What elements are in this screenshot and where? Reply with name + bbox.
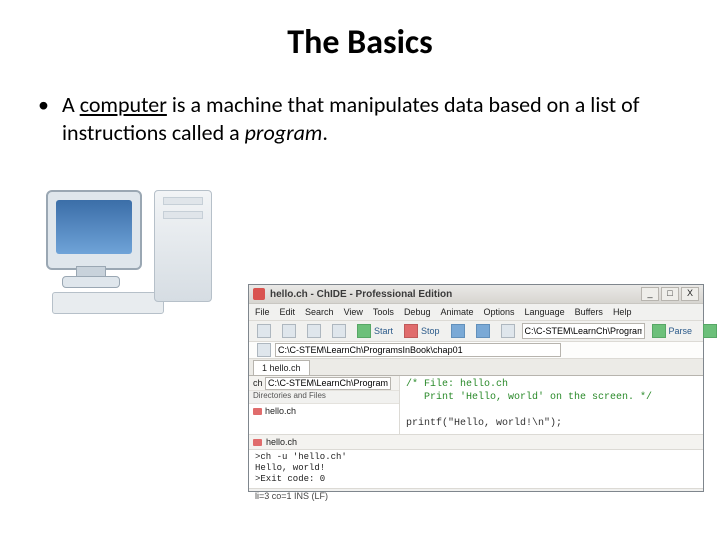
ide-tabrow: 1 hello.ch bbox=[249, 359, 703, 376]
menu-edit[interactable]: Edit bbox=[280, 307, 296, 317]
code-comment: /* File: hello.ch Print 'Hello, world' o… bbox=[406, 379, 652, 403]
toolbar-path-field[interactable] bbox=[522, 323, 645, 339]
monitor-base-icon bbox=[62, 276, 120, 288]
play-icon bbox=[357, 324, 371, 338]
start-label: Start bbox=[374, 326, 393, 336]
bullet-text-post: . bbox=[322, 119, 328, 146]
menu-debug[interactable]: Debug bbox=[404, 307, 431, 317]
run-button[interactable]: Run bbox=[699, 323, 720, 339]
menu-file[interactable]: File bbox=[255, 307, 270, 317]
ide-toolbar: Start Stop Parse Run Stop bbox=[249, 321, 703, 342]
open-file-icon bbox=[282, 324, 296, 338]
toolbar-btn[interactable] bbox=[303, 323, 325, 339]
tower-icon bbox=[154, 190, 212, 302]
status-bar: li=3 co=1 INS (LF) bbox=[249, 489, 703, 503]
parse-button[interactable]: Parse bbox=[648, 323, 697, 339]
app-icon bbox=[253, 288, 265, 300]
bullet-list: A computer is a machine that manipulates… bbox=[38, 91, 692, 146]
pathbar-field[interactable] bbox=[275, 343, 561, 357]
ide-window-title: hello.ch - ChIDE - Professional Edition bbox=[270, 289, 452, 300]
slide-title: The Basics bbox=[28, 22, 692, 63]
menu-help[interactable]: Help bbox=[613, 307, 632, 317]
toolbar-btn[interactable] bbox=[253, 323, 275, 339]
check-icon bbox=[652, 324, 666, 338]
step-icon bbox=[476, 324, 490, 338]
bullet-item: A computer is a machine that manipulates… bbox=[38, 91, 692, 146]
up-arrow-icon bbox=[257, 343, 271, 357]
monitor-icon bbox=[46, 190, 142, 270]
file-browser-pane: ch Directories and Files hello.ch bbox=[249, 376, 400, 434]
maximize-button[interactable]: □ bbox=[661, 287, 679, 301]
tool-icon bbox=[501, 324, 515, 338]
ide-pathbar bbox=[249, 342, 703, 359]
print-icon bbox=[332, 324, 346, 338]
step-icon bbox=[451, 324, 465, 338]
menu-options[interactable]: Options bbox=[484, 307, 515, 317]
keyboard-icon bbox=[52, 292, 164, 314]
toolbar-btn[interactable] bbox=[447, 323, 469, 339]
ide-titlebar[interactable]: hello.ch - ChIDE - Professional Edition … bbox=[249, 285, 703, 304]
file-browser-section-label: Directories and Files bbox=[249, 391, 399, 404]
menu-tools[interactable]: Tools bbox=[373, 307, 394, 317]
slide: The Basics A computer is a machine that … bbox=[0, 0, 720, 540]
ide-split: ch Directories and Files hello.ch /* Fil… bbox=[249, 376, 703, 435]
file-browser-header: ch bbox=[249, 376, 399, 391]
minimize-button[interactable]: _ bbox=[641, 287, 659, 301]
computer-illustration bbox=[40, 184, 220, 314]
run-icon bbox=[703, 324, 717, 338]
open-file-strip: hello.ch bbox=[249, 435, 703, 450]
toolbar-btn[interactable] bbox=[497, 323, 519, 339]
ide-window: hello.ch - ChIDE - Professional Edition … bbox=[248, 284, 704, 492]
menu-view[interactable]: View bbox=[344, 307, 363, 317]
stop-button[interactable]: Stop bbox=[400, 323, 444, 339]
new-file-icon bbox=[257, 324, 271, 338]
file-icon bbox=[253, 439, 262, 446]
stop-icon bbox=[404, 324, 418, 338]
bullet-text-pre: A bbox=[62, 91, 80, 118]
toolbar-btn[interactable] bbox=[328, 323, 350, 339]
output-pane[interactable]: >ch -u 'hello.ch' Hello, world! >Exit co… bbox=[249, 450, 703, 489]
menu-search[interactable]: Search bbox=[305, 307, 334, 317]
file-browser-path-field[interactable] bbox=[265, 377, 391, 390]
menu-animate[interactable]: Animate bbox=[440, 307, 473, 317]
drive-slot-icon bbox=[163, 211, 203, 219]
up-dir-button[interactable] bbox=[253, 342, 275, 358]
save-icon bbox=[307, 324, 321, 338]
close-button[interactable]: X bbox=[681, 287, 699, 301]
file-list-item[interactable]: hello.ch bbox=[253, 406, 395, 416]
stop-label: Stop bbox=[421, 326, 440, 336]
editor-tab[interactable]: 1 hello.ch bbox=[253, 360, 310, 375]
file-icon bbox=[253, 408, 262, 415]
code-statement: printf("Hello, world!\n"); bbox=[406, 418, 562, 429]
toolbar-btn[interactable] bbox=[472, 323, 494, 339]
file-name: hello.ch bbox=[265, 406, 296, 416]
toolbar-btn[interactable] bbox=[278, 323, 300, 339]
menu-buffers[interactable]: Buffers bbox=[575, 307, 603, 317]
term-program: program bbox=[245, 119, 323, 146]
start-button[interactable]: Start bbox=[353, 323, 397, 339]
open-file-name[interactable]: hello.ch bbox=[266, 437, 297, 447]
menu-language[interactable]: Language bbox=[525, 307, 565, 317]
term-computer: computer bbox=[80, 91, 167, 118]
ide-menubar: File Edit Search View Tools Debug Animat… bbox=[249, 304, 703, 321]
drive-slot-icon bbox=[163, 197, 203, 205]
code-editor[interactable]: /* File: hello.ch Print 'Hello, world' o… bbox=[400, 376, 703, 434]
parse-label: Parse bbox=[669, 326, 693, 336]
file-list: hello.ch bbox=[249, 404, 399, 434]
